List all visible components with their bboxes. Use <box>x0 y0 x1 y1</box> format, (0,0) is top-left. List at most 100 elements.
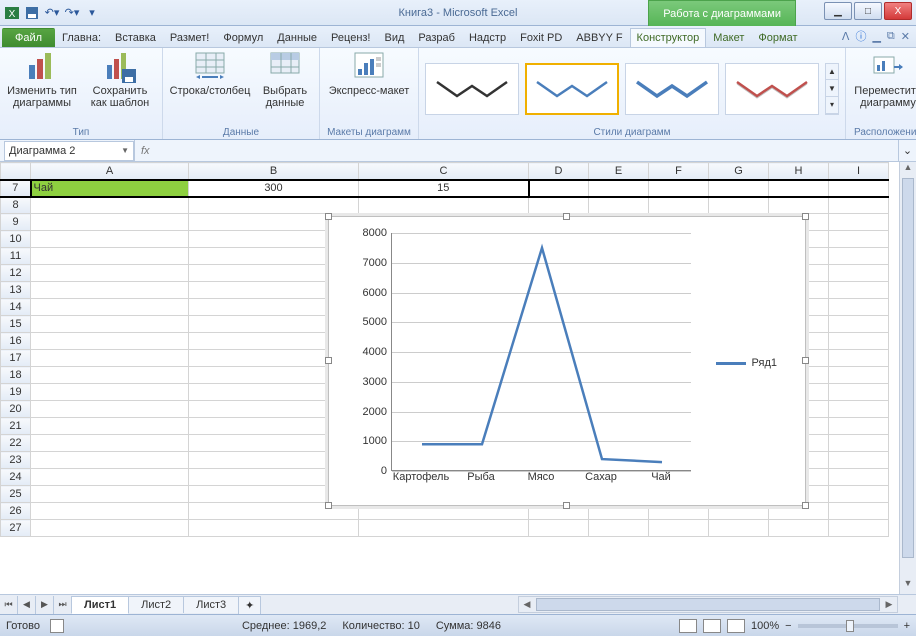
row-header-20[interactable]: 20 <box>1 401 31 418</box>
row-8[interactable]: 8 <box>1 197 889 214</box>
row-header-21[interactable]: 21 <box>1 418 31 435</box>
cell-I17[interactable] <box>829 350 889 367</box>
row-27[interactable]: 27 <box>1 520 889 537</box>
col-C[interactable]: C <box>359 163 529 180</box>
cell-A25[interactable] <box>31 486 189 503</box>
row-7[interactable]: 7 Чай 300 15 <box>1 180 889 197</box>
zoom-slider[interactable] <box>798 624 898 628</box>
hscroll-right-button[interactable]: ▶ <box>881 599 897 610</box>
row-header-14[interactable]: 14 <box>1 299 31 316</box>
zoom-level[interactable]: 100% <box>751 620 779 632</box>
row-header-11[interactable]: 11 <box>1 248 31 265</box>
scroll-up-button[interactable]: ▲ <box>900 162 916 178</box>
cell-F27[interactable] <box>649 520 709 537</box>
cell-A19[interactable] <box>31 384 189 401</box>
resize-handle-ne[interactable] <box>802 213 809 220</box>
sheet-nav-next[interactable]: ▶ <box>36 596 54 614</box>
horizontal-scrollbar[interactable]: ◀ ▶ <box>518 596 898 613</box>
cell-C7[interactable]: 15 <box>359 180 529 197</box>
tab-review[interactable]: Реценз! <box>324 28 377 47</box>
switch-row-col-button[interactable]: Строка/столбец <box>169 51 251 97</box>
tab-addins[interactable]: Надстр <box>462 28 513 47</box>
resize-handle-s[interactable] <box>563 502 570 509</box>
resize-handle-e[interactable] <box>802 357 809 364</box>
cell-I22[interactable] <box>829 435 889 452</box>
macro-record-icon[interactable] <box>50 619 64 633</box>
row-header-13[interactable]: 13 <box>1 282 31 299</box>
tab-abbyy[interactable]: ABBYY F <box>569 28 629 47</box>
row-header-18[interactable]: 18 <box>1 367 31 384</box>
tab-data[interactable]: Данные <box>270 28 324 47</box>
chart-style-4[interactable] <box>725 63 819 115</box>
cell-A8[interactable] <box>31 197 189 214</box>
help-icon[interactable]: ⓘ <box>855 28 866 44</box>
plot-area[interactable] <box>391 233 691 471</box>
cell-B8[interactable] <box>189 197 359 214</box>
row-header-26[interactable]: 26 <box>1 503 31 520</box>
row-header-12[interactable]: 12 <box>1 265 31 282</box>
quick-layout-button[interactable]: Экспресс-макет <box>326 51 412 97</box>
row-header-25[interactable]: 25 <box>1 486 31 503</box>
tab-chart-design[interactable]: Конструктор <box>630 28 707 47</box>
row-header-17[interactable]: 17 <box>1 350 31 367</box>
cell-I24[interactable] <box>829 469 889 486</box>
sheet-nav-last[interactable]: ⏭ <box>54 596 72 614</box>
cell-I25[interactable] <box>829 486 889 503</box>
col-A[interactable]: A <box>31 163 189 180</box>
select-all-corner[interactable] <box>1 163 31 180</box>
row-header-16[interactable]: 16 <box>1 333 31 350</box>
cell-I16[interactable] <box>829 333 889 350</box>
row-header-9[interactable]: 9 <box>1 214 31 231</box>
cell-I20[interactable] <box>829 401 889 418</box>
style-gallery-scroll[interactable]: ▲▼▾ <box>825 63 839 115</box>
cell-H7[interactable] <box>769 180 829 197</box>
ribbon-minimize-icon[interactable]: ᐱ <box>842 30 850 43</box>
cell-B27[interactable] <box>189 520 359 537</box>
zoom-out-button[interactable]: − <box>785 620 791 632</box>
col-F[interactable]: F <box>649 163 709 180</box>
cell-A16[interactable] <box>31 333 189 350</box>
cell-A15[interactable] <box>31 316 189 333</box>
qat-more-icon[interactable]: ▾ <box>84 5 100 21</box>
cell-A17[interactable] <box>31 350 189 367</box>
cell-A23[interactable] <box>31 452 189 469</box>
cell-A27[interactable] <box>31 520 189 537</box>
cell-G8[interactable] <box>709 197 769 214</box>
close-button[interactable]: X <box>884 2 912 20</box>
inner-minimize-icon[interactable]: ▁ <box>872 30 880 43</box>
minimize-button[interactable]: ▁ <box>824 2 852 20</box>
cell-G7[interactable] <box>709 180 769 197</box>
inner-restore-icon[interactable]: ⧉ <box>887 30 895 43</box>
cell-A10[interactable] <box>31 231 189 248</box>
row-header-22[interactable]: 22 <box>1 435 31 452</box>
cell-I26[interactable] <box>829 503 889 520</box>
cell-E7[interactable] <box>589 180 649 197</box>
cell-A13[interactable] <box>31 282 189 299</box>
view-normal-icon[interactable] <box>679 619 697 633</box>
resize-handle-se[interactable] <box>802 502 809 509</box>
embedded-chart[interactable]: 010002000300040005000600070008000 Картоф… <box>328 216 806 506</box>
hscroll-thumb[interactable] <box>536 598 880 611</box>
tab-pagelayout[interactable]: Размет! <box>163 28 216 47</box>
column-headers[interactable]: A B C D E F G H I <box>1 163 889 180</box>
cell-I23[interactable] <box>829 452 889 469</box>
formula-bar[interactable]: fx <box>134 140 898 161</box>
col-B[interactable]: B <box>189 163 359 180</box>
col-E[interactable]: E <box>589 163 649 180</box>
chart-style-2[interactable] <box>525 63 619 115</box>
scroll-down-button[interactable]: ▼ <box>900 578 916 594</box>
cell-I9[interactable] <box>829 214 889 231</box>
cell-A21[interactable] <box>31 418 189 435</box>
cell-D27[interactable] <box>529 520 589 537</box>
cell-H27[interactable] <box>769 520 829 537</box>
cell-F7[interactable] <box>649 180 709 197</box>
change-chart-type-button[interactable]: Изменить тип диаграммы <box>6 51 78 109</box>
cell-B7[interactable]: 300 <box>189 180 359 197</box>
view-page-layout-icon[interactable] <box>703 619 721 633</box>
cell-A7[interactable]: Чай <box>31 180 189 197</box>
zoom-slider-thumb[interactable] <box>846 620 854 632</box>
row-header-7[interactable]: 7 <box>1 180 31 197</box>
tab-view[interactable]: Вид <box>378 28 412 47</box>
scroll-thumb[interactable] <box>902 178 914 558</box>
tab-foxit[interactable]: Foxit PD <box>513 28 569 47</box>
